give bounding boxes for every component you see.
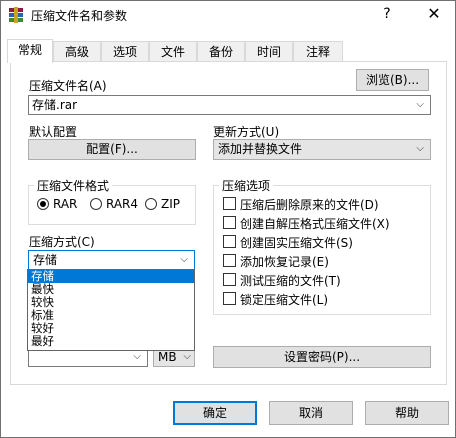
tab-general[interactable]: 常规 <box>7 39 53 63</box>
title-bar[interactable]: 压缩文件名和参数 ? ✕ <box>1 1 455 29</box>
radio-rar[interactable] <box>37 198 49 210</box>
help-question-icon[interactable]: ? <box>371 3 403 25</box>
checkbox-sfx-label[interactable]: 创建自解压格式压缩文件(X) <box>240 215 390 232</box>
radio-rar4[interactable] <box>90 198 102 210</box>
checkbox-test-label[interactable]: 测试压缩的文件(T) <box>240 272 341 289</box>
checkbox-recovery[interactable] <box>223 254 236 267</box>
archive-name-value: 存储.rar <box>32 98 78 112</box>
checkbox-delete-after[interactable] <box>223 197 236 210</box>
dialog-window: 压缩文件名和参数 ? ✕ 常规 高级 选项 文件 备份 时间 注释 压缩文件名(… <box>0 0 456 438</box>
checkbox-solid[interactable] <box>223 235 236 248</box>
archive-options-title: 压缩选项 <box>219 177 274 194</box>
radio-zip[interactable] <box>145 198 157 210</box>
radio-zip-label[interactable]: ZIP <box>161 197 180 211</box>
winrar-app-icon <box>9 7 23 23</box>
tab-options[interactable]: 选项 <box>101 41 149 61</box>
radio-rar4-label[interactable]: RAR4 <box>106 197 138 211</box>
update-mode-select[interactable]: 添加并替换文件 ⌵ <box>213 139 431 160</box>
compression-method-value: 存储 <box>33 253 58 267</box>
compression-method-dropdown: 存储 最快 较快 标准 较好 最好 <box>27 269 195 351</box>
tab-backup[interactable]: 备份 <box>197 41 245 61</box>
chevron-down-icon: ⌵ <box>416 143 424 154</box>
close-icon[interactable]: ✕ <box>418 3 450 25</box>
tab-advanced[interactable]: 高级 <box>53 41 101 61</box>
update-mode-value: 添加并替换文件 <box>218 142 303 156</box>
profiles-button[interactable]: 配置(F)... <box>28 139 196 160</box>
archive-format-title: 压缩文件格式 <box>34 177 113 194</box>
checkbox-lock-label[interactable]: 锁定压缩文件(L) <box>240 291 328 308</box>
compression-method-select[interactable]: 存储 ⌵ <box>28 250 195 270</box>
chevron-down-icon[interactable]: ⌵ <box>416 96 424 114</box>
ok-button[interactable]: 确定 <box>173 401 257 425</box>
checkbox-solid-label[interactable]: 创建固实压缩文件(S) <box>240 234 353 251</box>
checkbox-sfx[interactable] <box>223 216 236 229</box>
split-unit-value: MB <box>158 350 177 364</box>
window-title: 压缩文件名和参数 <box>31 9 128 23</box>
cancel-button[interactable]: 取消 <box>269 401 353 425</box>
archive-name-label: 压缩文件名(A) <box>29 79 107 93</box>
browse-button[interactable]: 浏览(B)... <box>356 69 429 91</box>
tab-files[interactable]: 文件 <box>149 41 197 61</box>
chevron-down-icon: ⌵ <box>180 254 188 265</box>
dropdown-option[interactable]: 最好 <box>28 335 194 348</box>
help-button[interactable]: 帮助 <box>365 401 449 425</box>
checkbox-test[interactable] <box>223 273 236 286</box>
radio-rar-label[interactable]: RAR <box>53 197 77 211</box>
checkbox-recovery-label[interactable]: 添加恢复记录(E) <box>240 253 329 270</box>
checkbox-lock[interactable] <box>223 292 236 305</box>
tab-time[interactable]: 时间 <box>245 41 293 61</box>
set-password-button[interactable]: 设置密码(P)... <box>213 346 431 368</box>
compression-method-label: 压缩方式(C) <box>29 235 95 249</box>
default-profile-label: 默认配置 <box>29 125 78 139</box>
update-mode-label: 更新方式(U) <box>213 125 280 139</box>
archive-name-field[interactable]: 存储.rar ⌵ <box>28 95 431 115</box>
tab-comment[interactable]: 注释 <box>293 41 343 61</box>
checkbox-delete-after-label[interactable]: 压缩后删除原来的文件(D) <box>240 196 379 213</box>
